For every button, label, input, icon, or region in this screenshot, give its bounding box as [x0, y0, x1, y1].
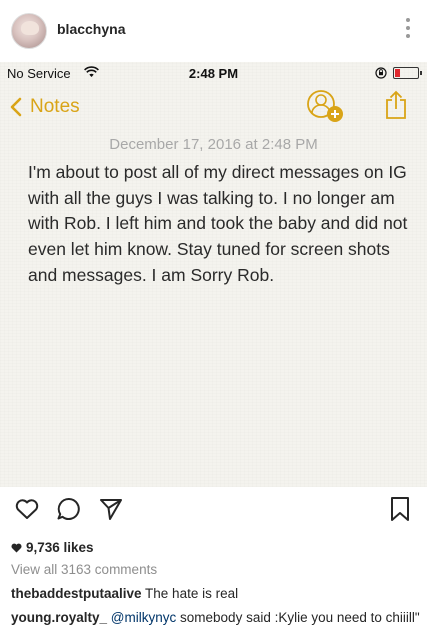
notes-back-button[interactable]: Notes — [10, 92, 80, 122]
notes-navbar: Notes — [0, 84, 427, 130]
comment-item: young.royalty_ @milkynyc somebody said :… — [11, 609, 421, 627]
note-date: December 17, 2016 at 2:48 PM — [109, 136, 318, 153]
comment-bubble-icon[interactable] — [56, 496, 82, 522]
post-actions — [0, 490, 427, 530]
status-time: 2:48 PM — [188, 66, 239, 81]
likes-count[interactable]: 9,736 likes — [11, 540, 94, 555]
battery-icon — [393, 67, 422, 79]
comment-item: thebaddestputaalive The hate is real — [11, 585, 421, 603]
add-people-icon[interactable] — [305, 88, 345, 124]
chevron-left-icon — [10, 97, 22, 117]
bookmark-icon[interactable] — [387, 496, 413, 522]
comment-username[interactable]: thebaddestputaalive — [11, 586, 142, 601]
more-options-icon[interactable] — [405, 18, 411, 42]
comment-username[interactable]: young.royalty_ — [11, 610, 107, 625]
comment-text: The hate is real — [145, 586, 239, 601]
status-bar: No Service 2:48 PM — [0, 62, 427, 84]
post-image: No Service 2:48 PM Notes December 17, 20… — [0, 62, 427, 487]
rotation-lock-icon — [375, 67, 387, 79]
send-icon[interactable] — [98, 496, 124, 522]
view-all-comments-link[interactable]: View all 3163 comments — [11, 562, 157, 577]
comment-text: somebody said :Kylie you need to chiiill… — [180, 610, 420, 625]
heart-small-icon — [11, 543, 22, 552]
back-label: Notes — [30, 96, 80, 117]
avatar[interactable] — [11, 13, 47, 49]
note-body: I'm about to post all of my direct messa… — [28, 162, 408, 285]
likes-label: 9,736 likes — [26, 540, 94, 555]
comment-mention[interactable]: @milkynyc — [111, 610, 176, 625]
share-icon[interactable] — [384, 90, 408, 120]
username[interactable]: blacchyna — [57, 21, 125, 37]
post-header: blacchyna — [0, 0, 427, 62]
like-heart-icon[interactable] — [14, 496, 40, 522]
